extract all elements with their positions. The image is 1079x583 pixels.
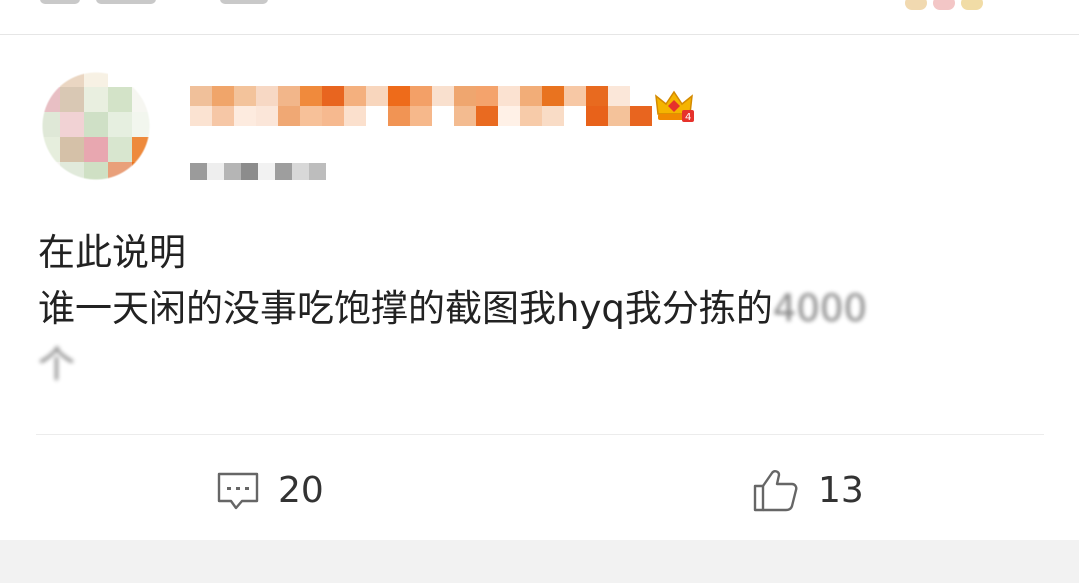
obscured-number: 4000 bbox=[772, 287, 868, 330]
post-body-line: 谁一天闲的没事吃饱撑的截图我hyq我分拣的4000 bbox=[38, 281, 1038, 337]
vip-crown-badge-icon: 4 bbox=[652, 88, 696, 124]
previous-post-fragment bbox=[40, 0, 80, 4]
post-body-line-text: 谁一天闲的没事吃饱撑的截图我hyq我分拣的 bbox=[38, 287, 773, 330]
obscured-text: 个 bbox=[38, 343, 75, 386]
emoji-icon bbox=[905, 0, 927, 10]
avatar[interactable] bbox=[36, 62, 156, 190]
previous-post-fragment bbox=[96, 0, 156, 4]
emoji-icon bbox=[961, 0, 983, 10]
previous-post-fragment bbox=[220, 0, 268, 4]
emoji-icon bbox=[933, 0, 955, 10]
post-body: 在此说明 谁一天闲的没事吃饱撑的截图我hyq我分拣的4000 个 bbox=[38, 225, 1038, 393]
feed-gap bbox=[0, 540, 1079, 583]
divider bbox=[36, 434, 1044, 435]
like-count: 13 bbox=[818, 469, 864, 511]
svg-text:4: 4 bbox=[685, 112, 691, 123]
thumbs-up-icon bbox=[753, 470, 798, 512]
like-button[interactable]: 13 bbox=[752, 464, 864, 516]
comment-button[interactable]: 20 bbox=[216, 464, 324, 516]
post-meta bbox=[190, 154, 326, 188]
previous-post-footer bbox=[0, 0, 1079, 34]
username[interactable] bbox=[190, 86, 652, 126]
comment-bubble-icon bbox=[217, 472, 259, 510]
post-body-line: 个 bbox=[38, 337, 1038, 393]
post-body-line: 在此说明 bbox=[38, 231, 186, 274]
emoji-reactions bbox=[905, 0, 983, 10]
comment-count: 20 bbox=[278, 469, 324, 511]
